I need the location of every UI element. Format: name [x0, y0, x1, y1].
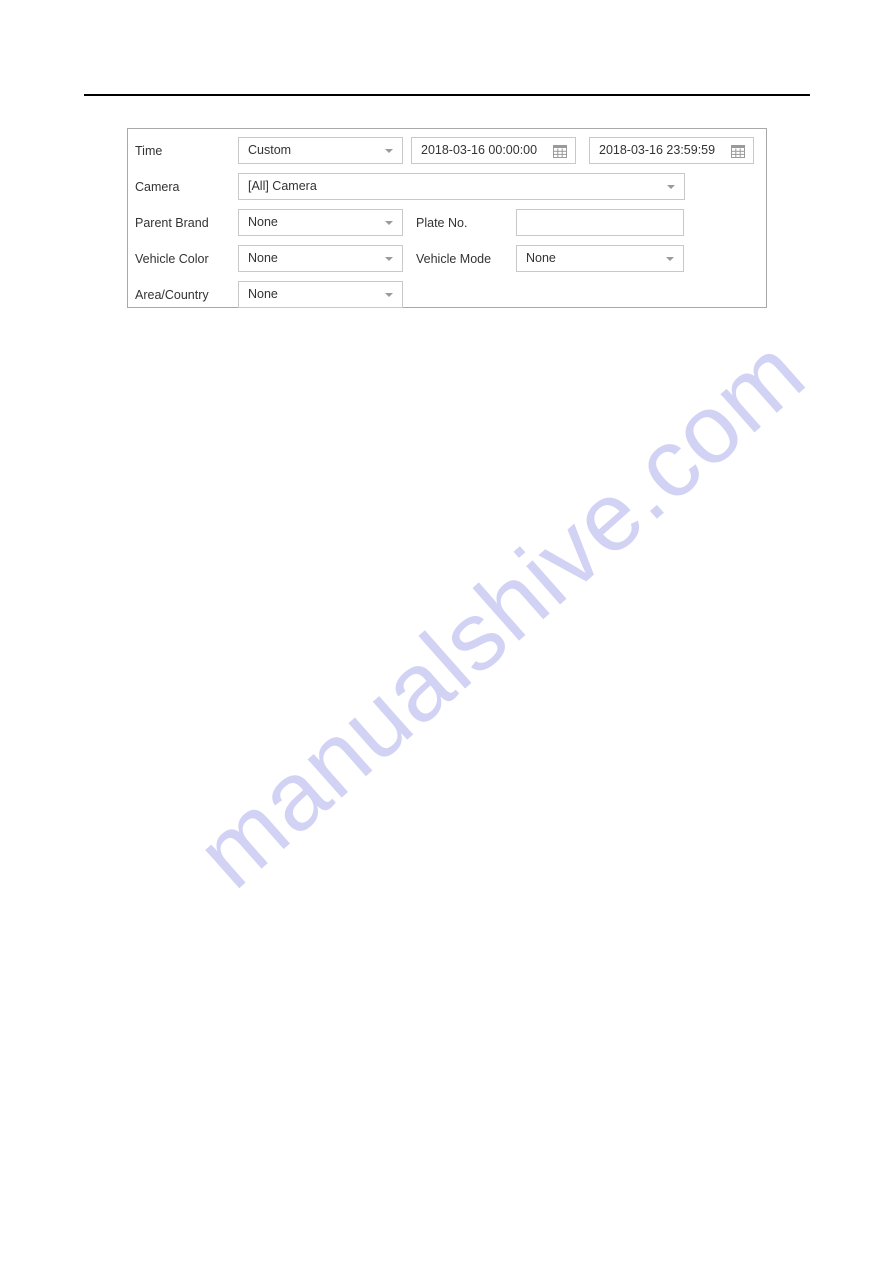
plate-no-input[interactable] [516, 209, 684, 236]
label-vehicle-color: Vehicle Color [135, 252, 209, 266]
chevron-down-icon [666, 256, 674, 261]
form-row-time: Time Custom 2018-03-16 00:00:00 2018-03-… [128, 133, 766, 169]
label-plate-no: Plate No. [416, 216, 468, 230]
form-row-camera: Camera [All] Camera [128, 169, 766, 205]
area-country-value: None [248, 287, 278, 301]
label-vehicle-mode: Vehicle Mode [416, 252, 492, 266]
calendar-icon[interactable] [553, 144, 567, 158]
end-datetime-input[interactable]: 2018-03-16 23:59:59 [589, 137, 754, 164]
time-mode-select[interactable]: Custom [238, 137, 403, 164]
page-header-rule [84, 94, 810, 96]
chevron-down-icon [667, 184, 675, 189]
chevron-down-icon [385, 148, 393, 153]
start-datetime-value: 2018-03-16 00:00:00 [421, 143, 538, 157]
vehicle-color-value: None [248, 251, 278, 265]
time-mode-value: Custom [248, 143, 292, 157]
chevron-down-icon [385, 220, 393, 225]
form-row-parent-brand: Parent Brand None Plate No. [128, 205, 766, 241]
label-time: Time [135, 144, 163, 158]
parent-brand-value: None [248, 215, 278, 229]
camera-select[interactable]: [All] Camera [238, 173, 685, 200]
calendar-icon[interactable] [731, 144, 745, 158]
watermark-text: manualshive.com [175, 316, 825, 909]
vehicle-mode-value: None [526, 251, 556, 265]
start-datetime-input[interactable]: 2018-03-16 00:00:00 [411, 137, 576, 164]
area-country-select[interactable]: None [238, 281, 403, 308]
end-datetime-value: 2018-03-16 23:59:59 [599, 143, 716, 157]
form-row-area-country: Area/Country None [128, 277, 766, 313]
vehicle-search-form-panel: Time Custom 2018-03-16 00:00:00 2018-03-… [127, 128, 767, 308]
camera-value: [All] Camera [248, 179, 317, 193]
vehicle-mode-select[interactable]: None [516, 245, 684, 272]
label-camera: Camera [135, 180, 180, 194]
vehicle-color-select[interactable]: None [238, 245, 403, 272]
label-area-country: Area/Country [135, 288, 209, 302]
parent-brand-select[interactable]: None [238, 209, 403, 236]
label-parent-brand: Parent Brand [135, 216, 209, 230]
chevron-down-icon [385, 292, 393, 297]
form-row-vehicle-color: Vehicle Color None Vehicle Mode None [128, 241, 766, 277]
chevron-down-icon [385, 256, 393, 261]
